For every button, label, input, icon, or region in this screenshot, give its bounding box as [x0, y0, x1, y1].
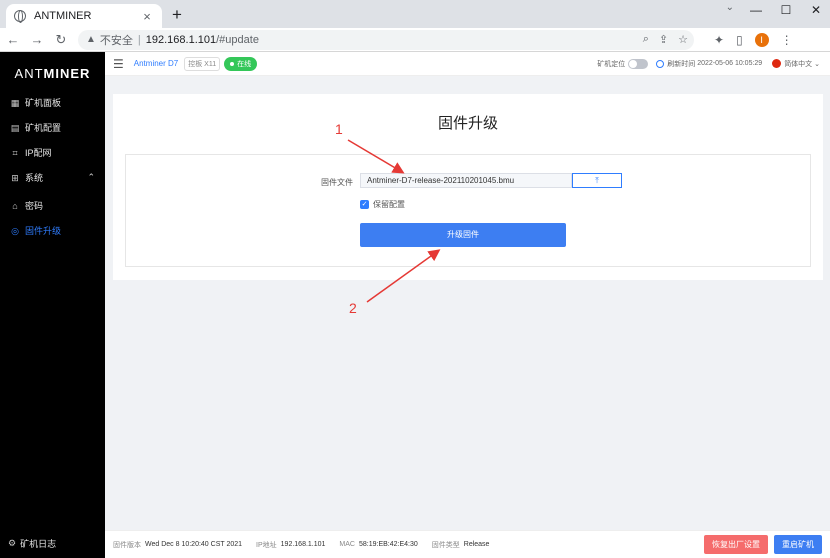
- sidebar-item-config[interactable]: ▤ 矿机配置: [0, 115, 105, 140]
- profile-avatar[interactable]: I: [754, 32, 769, 47]
- url-separator: |: [137, 33, 141, 46]
- extensions-icon[interactable]: ✦: [714, 33, 724, 47]
- fw-type-value: Release: [463, 541, 490, 548]
- reload-button[interactable]: ↻: [50, 32, 72, 48]
- sidebar-item-label: 系统: [25, 173, 44, 183]
- sidebar-menu: ▦ 矿机面板 ▤ 矿机配置 ⌗ IP配网 ⊞ 系统 ⌃ ⌂ 密码 ◎ 固件升级: [0, 90, 105, 243]
- keep-settings-row[interactable]: ✓ 保留配置: [360, 199, 405, 210]
- ip-value: 192.168.1.101: [280, 541, 326, 548]
- antminer-logo: ANTMINER: [14, 66, 91, 81]
- url-path: /#update: [216, 33, 259, 46]
- browser-tabbar: ANTMINER × + ⌄ — ☐ ✕: [0, 0, 830, 28]
- firmware-card: 固件升级 固件文件 Antminer-D7-release-2021102010…: [113, 94, 823, 280]
- sidebar-item-label: 矿机日志: [20, 539, 57, 549]
- system-icon: ⊞: [11, 172, 19, 183]
- keep-settings-checkbox[interactable]: ✓: [360, 200, 369, 209]
- upgrade-firmware-button[interactable]: 升级固件: [360, 223, 566, 247]
- insecure-label: 不安全: [99, 34, 133, 47]
- sidebar: ANTMINER ▦ 矿机面板 ▤ 矿机配置 ⌗ IP配网 ⊞ 系统 ⌃ ⌂ 密…: [0, 52, 105, 558]
- keep-settings-label: 保留配置: [373, 200, 405, 209]
- browser-toolbar-icons: ✦ ▯ I ⋮: [702, 32, 793, 47]
- browser-tab[interactable]: ANTMINER ×: [6, 4, 162, 28]
- config-icon: ▤: [10, 122, 20, 133]
- firmware-file-input[interactable]: Antminer-D7-release-202110201045.bmu: [360, 173, 572, 188]
- close-window-icon[interactable]: ✕: [802, 0, 830, 20]
- annotation-number-1: 1: [335, 121, 343, 137]
- fw-version-label: 固件版本: [113, 541, 141, 549]
- app-topbar: ☰ Antminer D7 控板 X11 在线 矿机定位 刷新时间 2022-0…: [105, 52, 830, 76]
- sidebar-item-network[interactable]: ⌗ IP配网: [0, 140, 105, 165]
- mac-label: MAC: [339, 541, 355, 548]
- mac-value: 58:19:EB:42:E4:30: [358, 541, 418, 548]
- sidebar-item-label: 密码: [25, 201, 44, 211]
- address-toolbar: ← → ↻ ▲ 不安全 | 192.168.1.101 /#update ⌕ ⇪…: [0, 28, 830, 52]
- minimize-icon[interactable]: —: [742, 0, 770, 20]
- language-select[interactable]: 简体中文: [784, 59, 812, 69]
- chevron-up-icon: ⌃: [87, 172, 95, 182]
- factory-reset-button[interactable]: 恢复出厂设置: [704, 535, 768, 554]
- firmware-file-label: 固件文件: [321, 178, 353, 187]
- locate-toggle[interactable]: [628, 58, 649, 69]
- sidebar-item-dashboard[interactable]: ▦ 矿机面板: [0, 90, 105, 115]
- clock-icon: [656, 59, 665, 68]
- tab-close-icon[interactable]: ×: [140, 9, 154, 24]
- hamburger-icon[interactable]: ☰: [113, 57, 124, 71]
- control-board-badge: 控板 X11: [184, 56, 221, 71]
- star-icon[interactable]: ☆: [678, 33, 688, 46]
- upload-button[interactable]: ⤒: [572, 173, 622, 188]
- omnibox-actions: ⌕ ⇪ ☆: [633, 33, 694, 46]
- sidepanel-icon[interactable]: ▯: [736, 33, 743, 47]
- fw-type-label: 固件类型: [431, 541, 460, 549]
- back-button[interactable]: ←: [2, 32, 24, 47]
- refresh-time: 2022-05-06 10:05:29: [697, 60, 763, 67]
- page-title: 固件升级: [437, 115, 498, 132]
- status-badge: 在线: [224, 56, 258, 71]
- sidebar-item-logs[interactable]: ⚙ 矿机日志: [8, 537, 56, 550]
- china-flag-icon: [772, 59, 782, 68]
- topbar-right: 矿机定位 刷新时间 2022-05-06 10:05:29 简体中文 ⌄: [597, 58, 830, 69]
- ip-label: IP地址: [256, 541, 277, 549]
- forward-button[interactable]: →: [26, 32, 48, 47]
- footer-actions: 恢复出厂设置 重启矿机: [704, 535, 830, 554]
- firmware-icon: ◎: [11, 225, 19, 236]
- tab-search-icon[interactable]: ⌄: [726, 2, 734, 13]
- omnibox[interactable]: ▲ 不安全 | 192.168.1.101 /#update ⌕ ⇪ ☆: [78, 29, 694, 50]
- sidebar-item-system[interactable]: ⊞ 系统 ⌃: [0, 165, 105, 190]
- sidebar-item-label: 矿机面板: [25, 98, 62, 108]
- share-icon[interactable]: ⇪: [659, 33, 668, 46]
- app-footer: 固件版本 Wed Dec 8 10:20:40 CST 2021 IP地址 19…: [105, 530, 830, 558]
- tab-title: ANTMINER: [34, 10, 92, 22]
- chevron-down-icon[interactable]: ⌄: [812, 60, 820, 68]
- reboot-button[interactable]: 重启矿机: [774, 535, 822, 554]
- log-icon: ⚙: [8, 538, 17, 548]
- dashboard-icon: ▦: [10, 97, 20, 108]
- firmware-form: 固件文件 Antminer-D7-release-202110201045.bm…: [125, 154, 811, 267]
- network-icon: ⌗: [12, 147, 18, 158]
- fw-version-value: Wed Dec 8 10:20:40 CST 2021: [145, 541, 243, 548]
- globe-icon: [14, 10, 26, 23]
- search-icon[interactable]: ⌕: [643, 33, 649, 46]
- sidebar-item-password[interactable]: ⌂ 密码: [0, 193, 105, 218]
- new-tab-button[interactable]: +: [168, 6, 186, 24]
- lock-icon: ⌂: [12, 200, 18, 211]
- annotation-number-2: 2: [349, 300, 357, 316]
- sidebar-item-label: 矿机配置: [25, 123, 62, 133]
- refresh-label: 刷新时间: [667, 60, 696, 68]
- warning-icon[interactable]: ▲: [86, 34, 96, 45]
- upload-icon: ⤒: [595, 176, 599, 185]
- menu-icon[interactable]: ⋮: [781, 33, 793, 47]
- app-root: ANTMINER ▦ 矿机面板 ▤ 矿机配置 ⌗ IP配网 ⊞ 系统 ⌃ ⌂ 密…: [0, 52, 830, 558]
- window-controls: — ☐ ✕: [740, 0, 830, 28]
- sidebar-item-firmware[interactable]: ◎ 固件升级: [0, 218, 105, 243]
- sidebar-item-label: IP配网: [25, 148, 52, 158]
- locate-label: 矿机定位: [597, 60, 626, 68]
- model-name: Antminer D7: [133, 59, 179, 68]
- sidebar-item-label: 固件升级: [25, 226, 62, 236]
- maximize-icon[interactable]: ☐: [772, 0, 800, 20]
- url-host: 192.168.1.101: [145, 33, 217, 46]
- online-dot-icon: [230, 61, 235, 66]
